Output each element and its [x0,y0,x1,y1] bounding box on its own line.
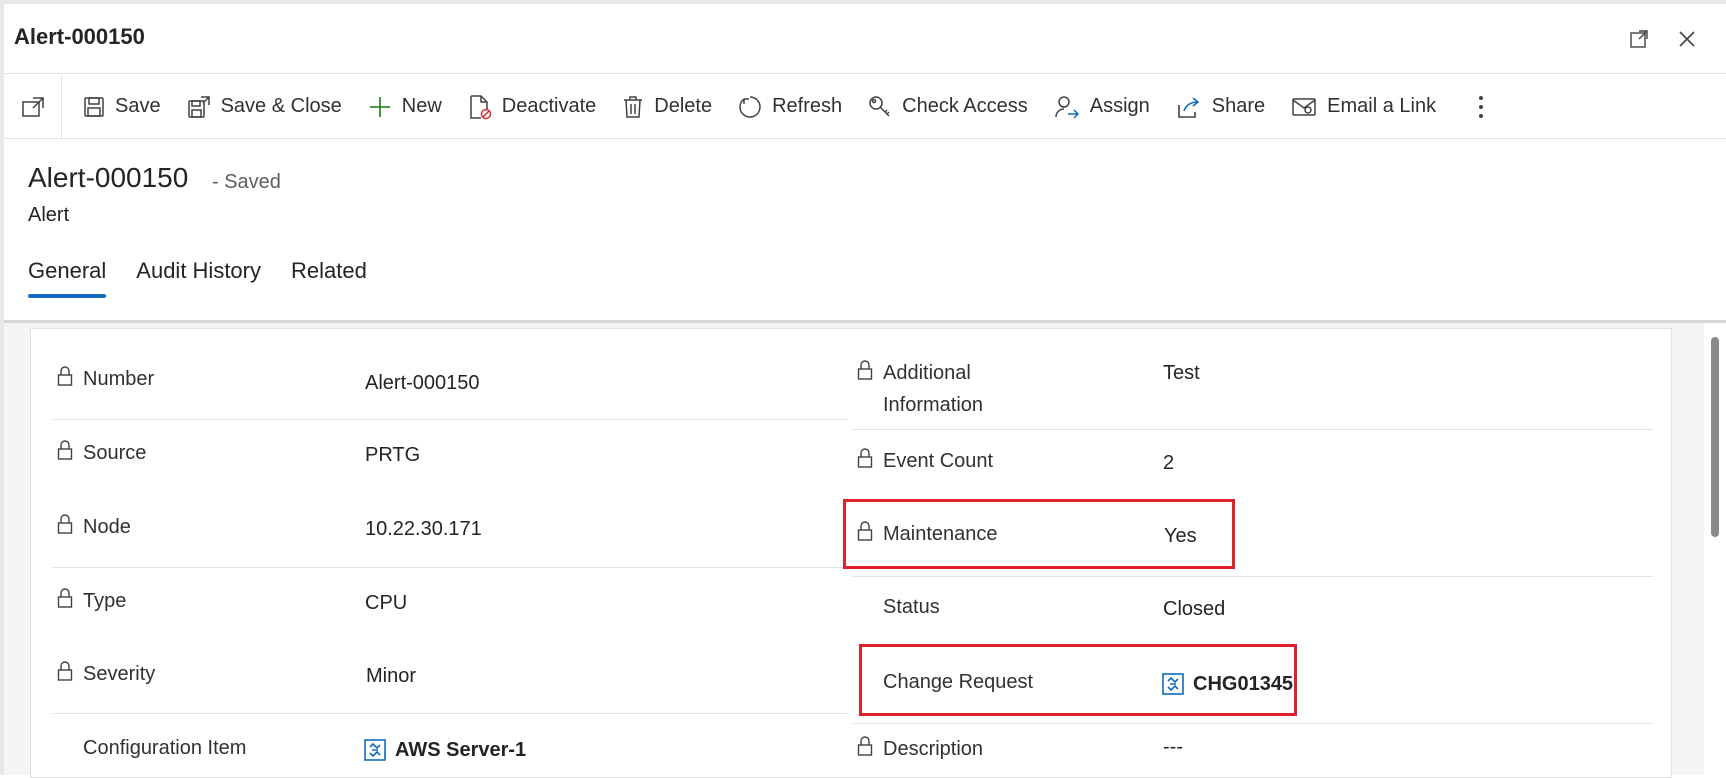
field-event-count: Event Count 2 [857,445,1657,485]
share-button[interactable]: Share [1163,75,1278,139]
field-source: Source PRTG [57,437,747,477]
delete-label: Delete [654,95,713,117]
lock-icon [857,736,873,756]
general-section: Number Alert-000150 Source PRTG Node 10.… [30,328,1672,778]
tab-audit-history[interactable]: Audit History [136,258,261,298]
field-event-count-value[interactable]: 2 [1163,447,1174,479]
save-close-label: Save & Close [220,95,342,117]
refresh-icon [739,95,761,118]
field-separator [53,567,847,568]
field-type: Type CPU [57,585,747,625]
entity-name: Alert [28,204,70,226]
field-additional-information: Additional Information Test [857,357,1657,427]
close-icon[interactable] [1674,26,1700,52]
field-severity-value[interactable]: Minor [366,660,416,692]
change-request-highlight-box [859,644,1297,716]
refresh-label: Refresh [772,95,843,117]
field-status-label: Status [883,596,940,618]
field-separator [853,429,1653,430]
check-access-label: Check Access [902,95,1028,117]
share-label: Share [1211,95,1266,117]
field-additional-information-value[interactable]: Test [1163,357,1200,389]
refresh-button[interactable]: Refresh [725,75,855,139]
field-event-count-label: Event Count [883,450,994,472]
popout-icon[interactable] [4,74,62,139]
field-additional-information-label: Additional [883,362,971,384]
field-separator [853,723,1653,724]
scrollbar-thumb[interactable] [1711,337,1719,537]
field-description: Description --- [857,733,1657,773]
plus-icon [369,96,390,117]
configuration-item-value: AWS Server-1 [395,739,527,761]
lock-icon [857,448,873,468]
key-icon [869,95,890,117]
field-node-value[interactable]: 10.22.30.171 [365,513,482,545]
delete-button[interactable]: Delete [609,75,725,139]
save-button[interactable]: Save [70,75,174,139]
new-button[interactable]: New [355,75,455,139]
trash-icon [624,95,643,118]
field-description-value[interactable]: --- [1163,731,1183,763]
save-icon [84,96,104,117]
more-commands-icon[interactable] [1461,75,1501,139]
field-separator [53,419,847,420]
save-close-button[interactable]: Save & Close [174,75,355,139]
save-close-icon [187,95,210,118]
field-number-value[interactable]: Alert-000150 [365,367,480,399]
window-title: Alert-000150 [14,24,145,49]
lock-icon [57,514,73,534]
form-window: Alert-000150 Save Save & Close New Deact… [0,0,1726,778]
expand-icon[interactable] [1626,26,1652,52]
field-description-label: Description [883,738,984,760]
lock-icon [857,360,873,380]
save-status: - Saved [212,171,281,193]
email-icon [1292,97,1316,116]
tab-related[interactable]: Related [291,258,367,298]
field-configuration-item-label: Configuration Item [83,737,247,759]
lock-icon [57,366,73,386]
assign-button[interactable]: Assign [1041,75,1163,139]
email-link-label: Email a Link [1327,95,1437,117]
deactivate-label: Deactivate [501,95,597,117]
email-link-button[interactable]: Email a Link [1278,75,1449,139]
entity-record-icon [364,739,386,761]
record-title: Alert-000150 [28,162,189,193]
save-label: Save [115,95,161,117]
field-configuration-item: Configuration Item AWS Server-1 [57,732,747,772]
deactivate-button[interactable]: Deactivate [455,75,610,139]
tab-general[interactable]: General [28,258,107,298]
field-node: Node 10.22.30.171 [57,511,747,551]
title-bar: Alert-000150 [4,0,1726,74]
field-number-label: Number [83,368,155,390]
deactivate-icon [470,94,492,119]
field-status: Status Closed [857,591,1657,631]
field-separator [53,713,847,714]
lock-icon [57,440,73,460]
lock-icon [57,588,73,608]
field-severity: Severity Minor [57,658,747,698]
command-bar: Save Save & Close New Deactivate Delete … [4,74,1726,139]
field-separator [853,576,1653,577]
field-status-value[interactable]: Closed [1163,593,1225,625]
assign-label: Assign [1089,95,1150,117]
configuration-item-link[interactable]: AWS Server-1 [363,734,526,766]
field-additional-information-label-line2: Information [883,394,984,416]
lock-icon [57,661,73,681]
check-access-button[interactable]: Check Access [855,75,1041,139]
field-number: Number Alert-000150 [57,363,747,403]
share-icon [1177,96,1200,118]
tab-list: General Audit History Related [28,258,397,298]
field-source-value[interactable]: PRTG [365,439,420,471]
field-type-label: Type [83,590,127,612]
field-type-value[interactable]: CPU [365,587,407,619]
field-severity-label: Severity [83,663,156,685]
assign-icon [1054,95,1079,119]
field-source-label: Source [83,442,147,464]
field-node-label: Node [83,516,131,538]
new-label: New [401,95,442,117]
maintenance-highlight-box [843,499,1235,569]
